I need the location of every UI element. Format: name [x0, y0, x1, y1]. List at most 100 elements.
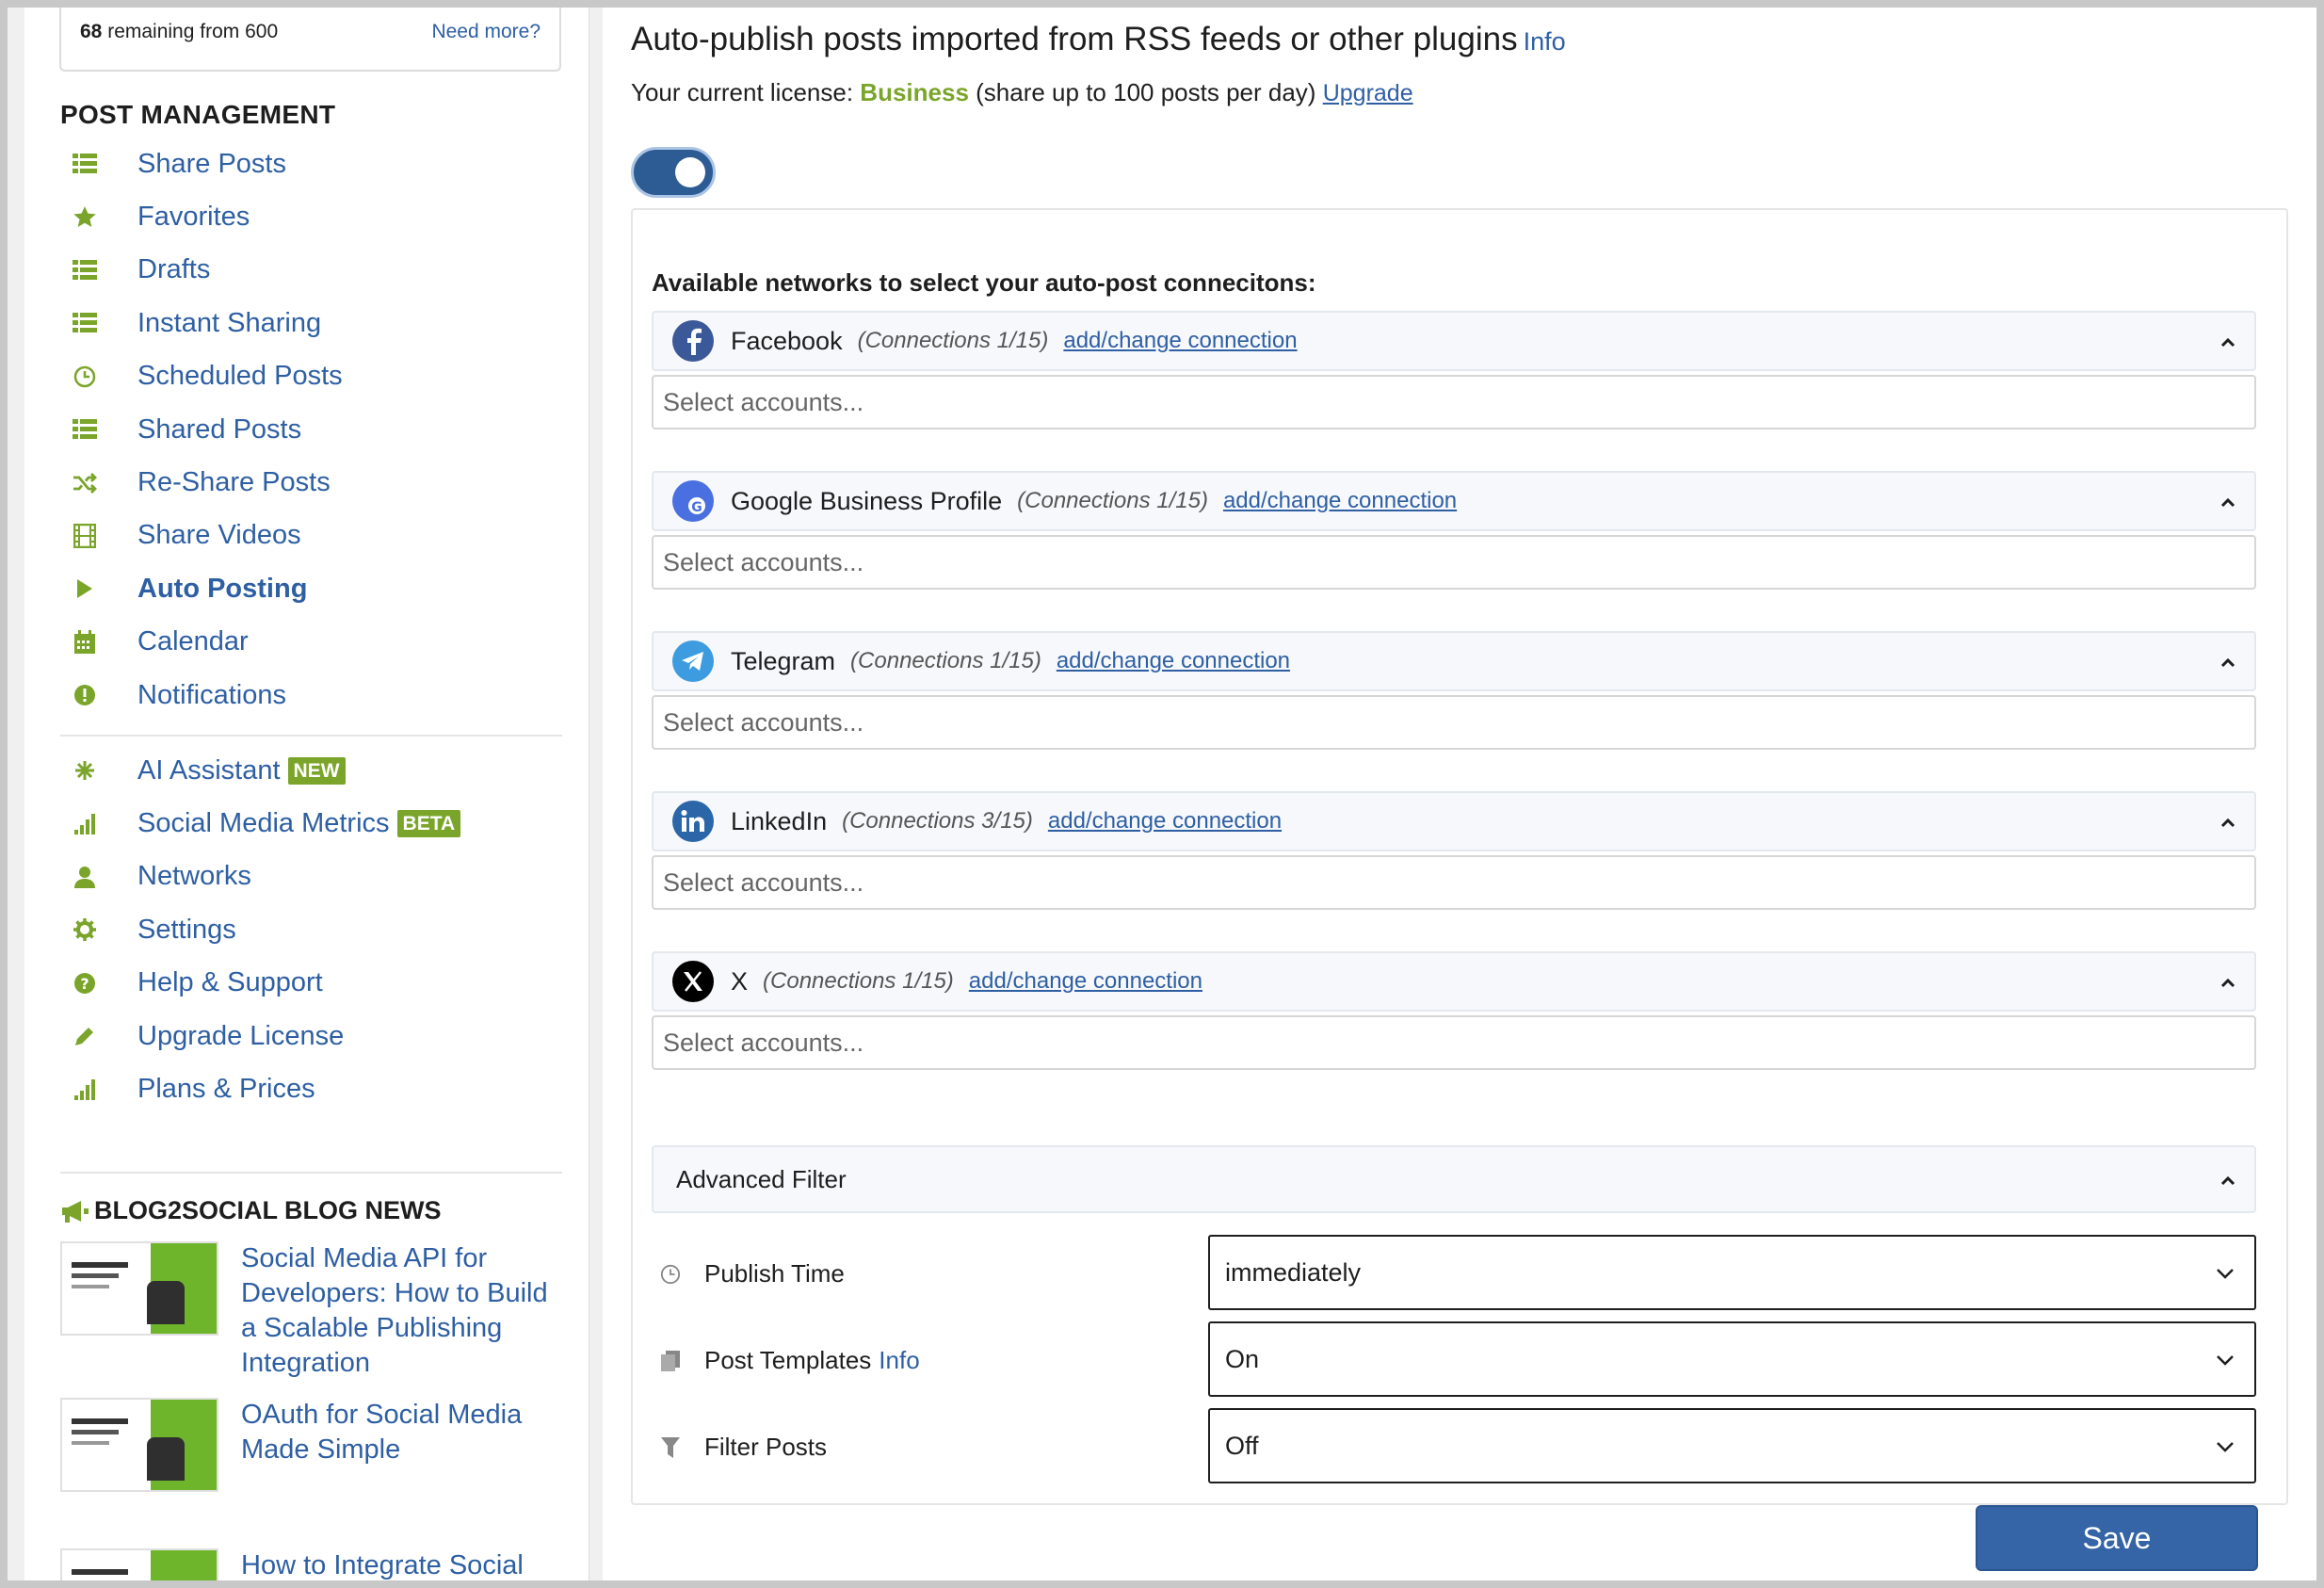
chevron-up-icon[interactable]: [2220, 976, 2235, 991]
chevron-up-icon[interactable]: [2220, 495, 2235, 510]
network-connections: (Connections 1/15): [763, 968, 954, 994]
network-header[interactable]: Telegram (Connections 1/15) add/change c…: [652, 631, 2256, 691]
network-header[interactable]: Facebook (Connections 1/15) add/change c…: [652, 311, 2256, 371]
x-icon: [672, 961, 714, 1002]
sidebar-item-upgrade-license[interactable]: Upgrade License: [60, 1010, 569, 1062]
select-accounts-input[interactable]: Select accounts...: [652, 855, 2256, 910]
main-content: Auto-publish posts imported from RSS fee…: [603, 8, 2316, 1580]
calendar-icon: [72, 629, 98, 656]
blog-news-title: BLOG2SOCIAL BLOG NEWS: [60, 1196, 442, 1225]
sidebar-item-help-support[interactable]: ? Help & Support: [60, 957, 569, 1010]
select-accounts-input[interactable]: Select accounts...: [652, 1015, 2256, 1070]
sidebar-item-favorites[interactable]: Favorites: [60, 190, 569, 243]
network-google-business: G Google Business Profile (Connections 1…: [652, 471, 2256, 590]
select-value: immediately: [1225, 1257, 1362, 1287]
sidebar-item-notifications[interactable]: Notifications: [60, 669, 569, 721]
network-linkedin: LinkedIn (Connections 3/15) add/change c…: [652, 791, 2256, 910]
auto-post-panel: Available networks to select your auto-p…: [631, 208, 2288, 1505]
beta-badge: BETA: [396, 810, 461, 838]
advanced-filter-header[interactable]: Advanced Filter: [652, 1145, 2256, 1213]
toggle-knob: [675, 157, 705, 187]
funnel-icon: [659, 1436, 682, 1459]
sidebar-divider: [60, 1172, 562, 1174]
sidebar-item-networks[interactable]: Networks: [60, 851, 569, 903]
save-button[interactable]: Save: [1976, 1505, 2258, 1571]
star-icon: [72, 204, 98, 231]
sidebar-item-shared-posts[interactable]: Shared Posts: [60, 403, 569, 456]
network-name: Telegram: [731, 646, 836, 675]
sidebar-item-label: Instant Sharing: [137, 307, 322, 338]
network-name: Facebook: [731, 326, 843, 355]
network-telegram: Telegram (Connections 1/15) add/change c…: [652, 631, 2256, 750]
sidebar-item-label: Calendar: [137, 626, 249, 657]
network-header[interactable]: X (Connections 1/15) add/change connecti…: [652, 951, 2256, 1012]
select-accounts-input[interactable]: Select accounts...: [652, 535, 2256, 590]
post-templates-info-link[interactable]: Info: [879, 1346, 919, 1375]
sidebar-item-instant-sharing[interactable]: Instant Sharing: [60, 297, 569, 349]
new-badge: NEW: [287, 756, 346, 785]
network-header[interactable]: G Google Business Profile (Connections 1…: [652, 471, 2256, 531]
news-thumbnail: [60, 1398, 218, 1492]
add-change-connection-link[interactable]: add/change connection: [1048, 808, 1282, 835]
publish-time-select[interactable]: immediately: [1208, 1235, 2256, 1310]
need-more-link[interactable]: Need more?: [431, 21, 541, 43]
heading-info-link[interactable]: Info: [1524, 27, 1566, 56]
add-change-connection-link[interactable]: add/change connection: [1223, 488, 1457, 514]
news-item-title[interactable]: OAuth for Social Media Made Simple: [241, 1398, 569, 1492]
sidebar-item-settings[interactable]: Settings: [60, 903, 569, 956]
list-icon: [72, 257, 98, 284]
gear-icon: [72, 916, 98, 943]
sidebar-item-auto-posting[interactable]: Auto Posting: [60, 562, 569, 615]
credit-box: 68 remaining from 600 Need more?: [59, 8, 561, 72]
post-templates-select[interactable]: On: [1208, 1321, 2256, 1397]
add-change-connection-link[interactable]: add/change connection: [1057, 648, 1290, 674]
clock-icon: [72, 364, 98, 390]
news-item-title[interactable]: How to Integrate Social: [241, 1548, 524, 1580]
sidebar-item-label: Upgrade License: [137, 1020, 345, 1051]
sidebar-item-drafts[interactable]: Drafts: [60, 244, 569, 297]
sidebar-item-calendar[interactable]: Calendar: [60, 616, 569, 669]
news-item[interactable]: OAuth for Social Media Made Simple: [60, 1398, 569, 1492]
sidebar-item-share-videos[interactable]: Share Videos: [60, 510, 569, 562]
chevron-up-icon[interactable]: [2220, 1174, 2235, 1189]
filter-row-publish-time: Publish Time immediately: [652, 1235, 2256, 1310]
auto-post-toggle[interactable]: [631, 147, 716, 198]
license-suffix: (share up to 100 posts per day): [976, 78, 1316, 106]
add-change-connection-link[interactable]: add/change connection: [1063, 328, 1297, 354]
chevron-up-icon[interactable]: [2220, 335, 2235, 350]
megaphone-icon: [62, 1200, 89, 1223]
select-accounts-input[interactable]: Select accounts...: [652, 695, 2256, 750]
license-line: Your current license: Business (share up…: [631, 78, 1413, 107]
news-item[interactable]: How to Integrate Social: [60, 1548, 569, 1580]
filter-label-text: Filter Posts: [704, 1433, 828, 1461]
network-facebook: Facebook (Connections 1/15) add/change c…: [652, 311, 2256, 429]
sidebar-item-scheduled-posts[interactable]: Scheduled Posts: [60, 350, 569, 403]
select-value: Off: [1225, 1431, 1259, 1460]
sidebar-item-label: Auto Posting: [137, 573, 308, 604]
chevron-up-icon[interactable]: [2220, 656, 2235, 671]
filter-label-text: Publish Time: [704, 1259, 845, 1288]
sidebar-item-re-share-posts[interactable]: Re-Share Posts: [60, 456, 569, 509]
chevron-up-icon[interactable]: [2220, 816, 2235, 831]
sidebar-divider: [60, 735, 562, 737]
sidebar-item-label: Networks: [137, 861, 251, 892]
document-icon: [659, 1350, 682, 1372]
news-thumbnail: [60, 1241, 218, 1336]
sidebar-item-label: Drafts: [137, 254, 211, 285]
add-change-connection-link[interactable]: add/change connection: [969, 968, 1202, 995]
sidebar-item-plans-prices[interactable]: Plans & Prices: [60, 1062, 569, 1115]
news-item-title[interactable]: Social Media API for Developers: How to …: [241, 1241, 569, 1381]
filter-posts-select[interactable]: Off: [1208, 1408, 2256, 1483]
sidebar-item-social-media-metrics[interactable]: Social Media Metrics BETA: [60, 797, 569, 850]
network-header[interactable]: LinkedIn (Connections 3/15) add/change c…: [652, 791, 2256, 851]
sidebar-item-label: Re-Share Posts: [137, 467, 331, 498]
select-accounts-input[interactable]: Select accounts...: [652, 375, 2256, 429]
sidebar-item-share-posts[interactable]: Share Posts: [60, 138, 569, 190]
bar-chart-icon: [72, 1077, 98, 1103]
sidebar-item-ai-assistant[interactable]: AI Assistant NEW: [60, 744, 569, 797]
nav-list-main: Share Posts Favorites Drafts Instant Sha…: [60, 138, 569, 721]
select-value: On: [1225, 1344, 1260, 1373]
upgrade-link[interactable]: Upgrade: [1323, 80, 1413, 106]
news-item[interactable]: Social Media API for Developers: How to …: [60, 1241, 569, 1381]
network-connections: (Connections 3/15): [842, 808, 1033, 834]
